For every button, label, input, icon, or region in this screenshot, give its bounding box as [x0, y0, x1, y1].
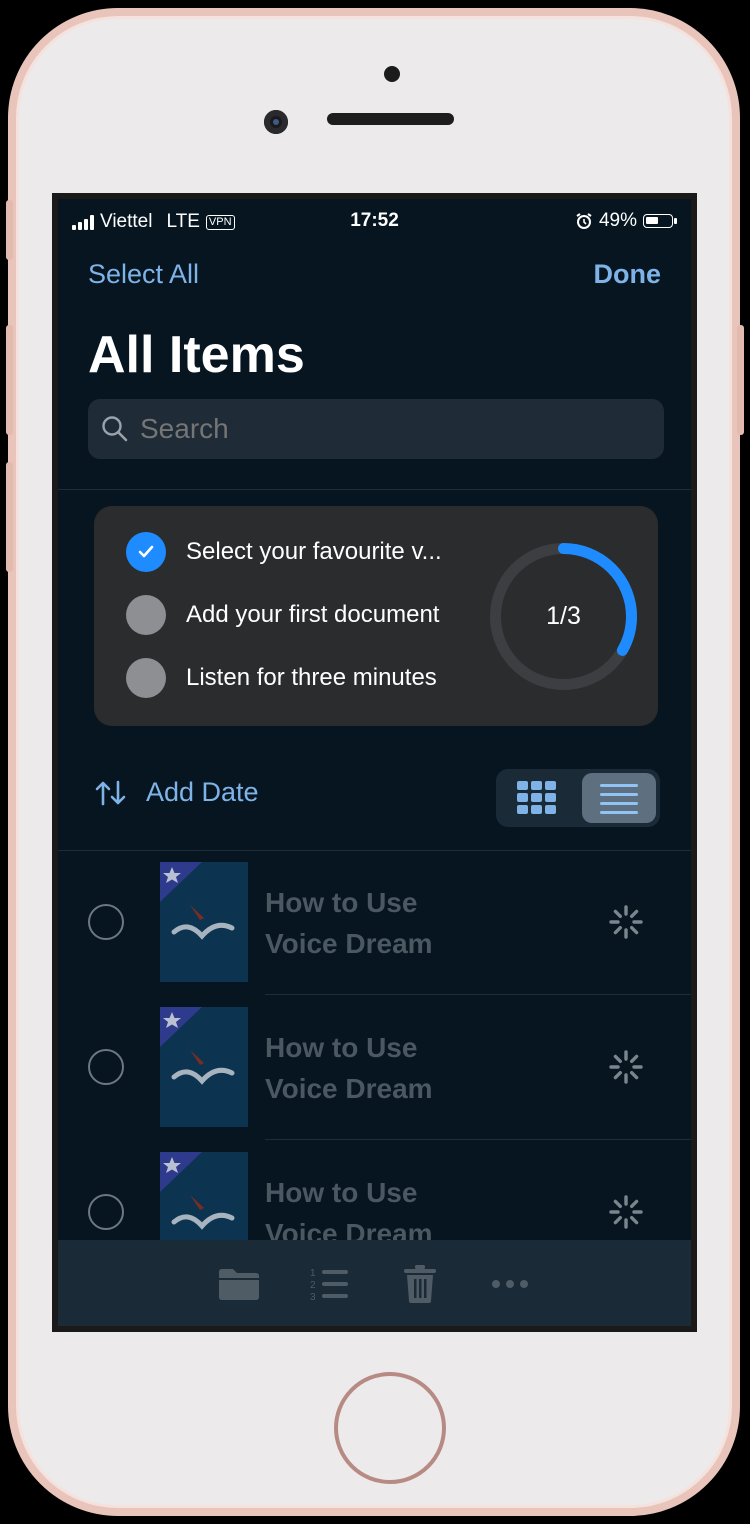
done-button[interactable]: Done [594, 259, 662, 290]
volume-up-button [6, 325, 13, 435]
divider [58, 850, 691, 851]
search-icon [102, 416, 128, 442]
selection-radio[interactable] [88, 1194, 124, 1230]
list-icon [600, 784, 638, 814]
proximity-sensor [384, 66, 400, 82]
task-label: Add your first document [186, 601, 440, 628]
power-button [737, 325, 744, 435]
sort-icon [95, 780, 126, 805]
search-input[interactable] [138, 412, 622, 446]
trash-icon [404, 1265, 436, 1303]
row-divider [265, 1139, 691, 1140]
loading-spinner-icon [609, 1195, 643, 1229]
selection-radio[interactable] [88, 904, 124, 940]
row-divider [265, 994, 691, 995]
loading-spinner-icon [609, 905, 643, 939]
select-all-button[interactable]: Select All [88, 259, 199, 290]
home-button[interactable] [334, 1372, 446, 1484]
checkmark-icon [126, 532, 166, 572]
status-bar: Viettel LTE VPN 17:52 49% [58, 199, 691, 247]
task-item[interactable]: Add your first document [126, 595, 439, 635]
svg-text:2: 2 [310, 1280, 316, 1291]
selection-radio[interactable] [88, 1049, 124, 1085]
delete-button[interactable] [400, 1264, 440, 1304]
document-title: How to Use Voice Dream [265, 887, 433, 959]
grid-icon [517, 781, 556, 814]
move-to-folder-button[interactable] [216, 1264, 262, 1304]
grid-view-button[interactable] [500, 773, 574, 823]
loading-spinner-icon [609, 1050, 643, 1084]
svg-text:3: 3 [310, 1292, 316, 1302]
battery-percent: 49% [598, 210, 637, 231]
earpiece-speaker [327, 113, 454, 125]
divider [58, 489, 691, 490]
page-title: All Items [88, 326, 305, 384]
task-label: Select your favourite v... [186, 538, 442, 565]
task-item[interactable]: Select your favourite v... [126, 532, 442, 572]
more-button[interactable] [490, 1264, 530, 1304]
sort-label: Add Date [146, 777, 259, 807]
app-screen: Viettel LTE VPN 17:52 49% Select All Don… [52, 193, 697, 1332]
onboarding-card: Select your favourite v... Add your firs… [94, 506, 658, 726]
svg-text:1: 1 [310, 1268, 316, 1279]
battery-icon [643, 214, 677, 228]
task-status-icon [126, 658, 166, 698]
alarm-icon [576, 213, 592, 229]
document-title: How to Use Voice Dream [265, 1032, 433, 1104]
folder-icon [219, 1269, 259, 1300]
view-mode-toggle [496, 769, 660, 827]
mute-switch [6, 200, 13, 260]
document-thumbnail [160, 862, 248, 982]
sort-button[interactable]: Add Date [94, 777, 259, 808]
progress-text: 1/3 [546, 602, 581, 630]
front-camera [264, 110, 288, 134]
search-bar[interactable] [88, 399, 664, 459]
numbered-list-icon: 1 2 3 [310, 1268, 348, 1302]
task-item[interactable]: Listen for three minutes [126, 658, 437, 698]
list-view-button[interactable] [582, 773, 656, 823]
more-icon [492, 1280, 528, 1288]
add-to-playlist-button[interactable]: 1 2 3 [306, 1264, 352, 1304]
list-item[interactable]: How to Use Voice Dream [58, 862, 691, 1007]
volume-down-button [6, 462, 13, 572]
task-label: Listen for three minutes [186, 664, 437, 691]
bottom-toolbar: 1 2 3 [58, 1240, 691, 1326]
task-status-icon [126, 595, 166, 635]
list-item[interactable]: How to Use Voice Dream [58, 1007, 691, 1152]
document-thumbnail [160, 1007, 248, 1127]
